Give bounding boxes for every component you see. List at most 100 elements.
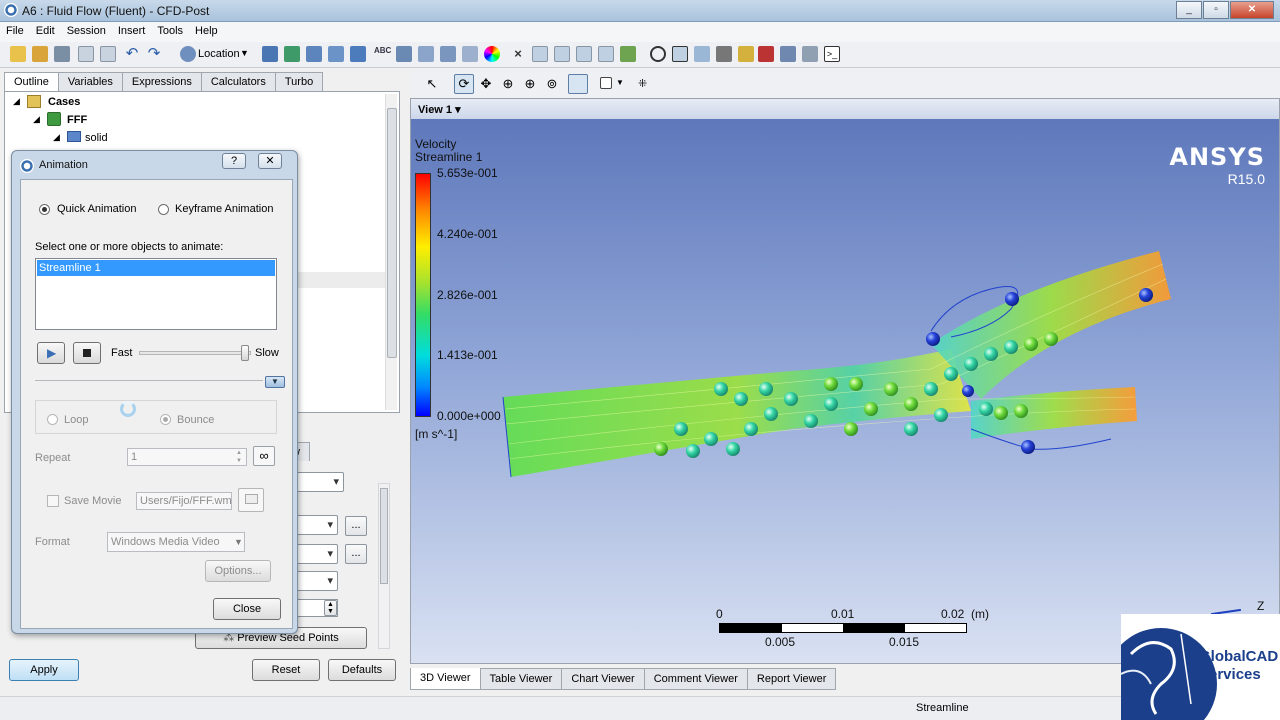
new-case-icon[interactable] [10, 46, 26, 62]
tab-chart-viewer[interactable]: Chart Viewer [561, 668, 645, 690]
minimize-button[interactable]: _ [1176, 1, 1202, 19]
tree-scroll-thumb[interactable] [387, 108, 397, 358]
clip-plane-icon[interactable] [462, 46, 478, 62]
format-select[interactable]: Windows Media Video [107, 532, 245, 552]
zoom-fit-icon[interactable]: ⊚ [544, 76, 560, 92]
menu-edit[interactable]: Edit [30, 22, 61, 40]
tab-table-viewer[interactable]: Table Viewer [479, 668, 563, 690]
command-editor-icon[interactable]: >_ [824, 46, 840, 62]
menu-tools[interactable]: Tools [151, 22, 189, 40]
variable-icon[interactable]: × [510, 46, 526, 62]
print-icon[interactable] [78, 46, 94, 62]
bounce-radio[interactable] [160, 414, 171, 425]
expand-chevron-down-icon[interactable]: ▼ [265, 376, 285, 388]
zoom-box-icon[interactable]: ⊕ [522, 76, 538, 92]
tab-outline[interactable]: Outline [4, 72, 59, 91]
tree-item-cases[interactable]: Cases [48, 96, 80, 108]
tab-calculators[interactable]: Calculators [200, 72, 276, 91]
options-button[interactable]: Options... [205, 560, 271, 582]
text-icon[interactable]: ABC [374, 46, 391, 62]
zoom-icon[interactable]: ⊕ [500, 76, 516, 92]
save-movie-checkbox[interactable] [47, 495, 59, 507]
streamline-icon[interactable] [306, 46, 322, 62]
objects-listbox[interactable]: Streamline 1 [35, 258, 277, 330]
apply-button[interactable]: Apply [9, 659, 79, 681]
details-browse-button-1[interactable]: ... [345, 516, 367, 536]
details-spin-arrows-icon[interactable]: ▲ ▼ [324, 600, 337, 616]
tab-3d-viewer[interactable]: 3D Viewer [410, 668, 481, 690]
details-combo-1[interactable] [294, 472, 344, 492]
list-item[interactable]: Streamline 1 [37, 260, 275, 276]
save-state-icon[interactable] [54, 46, 70, 62]
macro-calculator-icon[interactable] [758, 46, 774, 62]
speed-slider[interactable] [139, 351, 251, 355]
loop-radio[interactable] [47, 414, 58, 425]
highlight-icon[interactable] [568, 74, 588, 94]
volume-render-icon[interactable] [350, 46, 366, 62]
tab-variables[interactable]: Variables [57, 72, 123, 91]
sync-cameras-icon[interactable]: ⁜ [638, 77, 654, 93]
tree-item-fff[interactable]: FFF [67, 114, 87, 126]
expression-icon[interactable] [532, 46, 548, 62]
location-menu[interactable]: Location [198, 48, 240, 60]
menu-insert[interactable]: Insert [112, 22, 152, 40]
rotate-icon[interactable]: ⟳ [454, 74, 474, 94]
menu-session[interactable]: Session [61, 22, 112, 40]
location-icon[interactable] [180, 46, 196, 62]
movie-path-field[interactable]: Users/Fijo/FFF.wmv [136, 492, 232, 510]
tree-scrollbar[interactable] [385, 94, 397, 410]
quick-editor-icon[interactable] [694, 46, 710, 62]
dialog-close-icon[interactable]: ✕ [258, 153, 282, 169]
details-browse-button-2[interactable]: ... [345, 544, 367, 564]
browse-movie-button[interactable] [238, 488, 264, 512]
tree-expand-icon[interactable]: ◢ [53, 132, 60, 143]
menu-file[interactable]: File [0, 22, 30, 40]
menu-help[interactable]: Help [189, 22, 224, 40]
figure-icon[interactable] [620, 46, 636, 62]
details-combo-4[interactable] [294, 571, 338, 591]
defaults-button[interactable]: Defaults [328, 659, 396, 681]
keyframe-animation-radio[interactable] [158, 204, 169, 215]
color-map-icon[interactable] [484, 46, 500, 62]
legend-icon[interactable] [418, 46, 434, 62]
speed-slider-thumb[interactable] [241, 345, 250, 361]
infinite-repeat-button[interactable]: ∞ [253, 446, 275, 466]
details-scrollbar[interactable] [378, 483, 390, 649]
maximize-button[interactable]: ▫ [1203, 1, 1229, 19]
report-icon[interactable] [100, 46, 116, 62]
coordinate-frame-icon[interactable] [396, 46, 412, 62]
tree-item-solid[interactable]: solid [85, 132, 108, 144]
stop-button[interactable] [73, 342, 101, 364]
close-button[interactable]: Close [213, 598, 281, 620]
close-window-button[interactable]: ✕ [1230, 1, 1274, 19]
3d-viewport[interactable]: View 1 ▾ Velocity Streamline 1 5.653e-00… [410, 98, 1280, 664]
repeat-field[interactable]: 1 [127, 448, 247, 466]
tab-comment-viewer[interactable]: Comment Viewer [643, 668, 748, 690]
mesh-calculator-icon[interactable] [780, 46, 796, 62]
help-button[interactable]: ? [222, 153, 246, 169]
case-comparison-icon[interactable] [802, 46, 818, 62]
animation-icon[interactable] [672, 46, 688, 62]
play-button[interactable]: ▶ [37, 342, 65, 364]
table-icon[interactable] [554, 46, 570, 62]
viewport-layout-icon[interactable] [600, 77, 612, 89]
timestep-icon[interactable] [650, 46, 666, 62]
tab-turbo[interactable]: Turbo [274, 72, 324, 91]
tab-report-viewer[interactable]: Report Viewer [746, 668, 837, 690]
contour-icon[interactable] [284, 46, 300, 62]
vector-icon[interactable] [262, 46, 278, 62]
repeat-spin-arrows-icon[interactable]: ▲ ▼ [233, 449, 245, 465]
comment-icon[interactable] [598, 46, 614, 62]
details-scroll-thumb[interactable] [380, 488, 388, 584]
pan-icon[interactable]: ✥ [478, 76, 494, 92]
location-chevron-down-icon[interactable]: ▼ [240, 48, 249, 58]
particle-track-icon[interactable] [328, 46, 344, 62]
details-combo-3[interactable] [294, 544, 338, 564]
function-calculator-icon[interactable] [738, 46, 754, 62]
tab-expressions[interactable]: Expressions [121, 72, 202, 91]
probe-icon[interactable] [716, 46, 732, 62]
instance-transform-icon[interactable] [440, 46, 456, 62]
tree-expand-icon[interactable]: ◢ [33, 114, 40, 125]
reset-button[interactable]: Reset [252, 659, 320, 681]
undo-icon[interactable]: ↶ [124, 46, 140, 62]
